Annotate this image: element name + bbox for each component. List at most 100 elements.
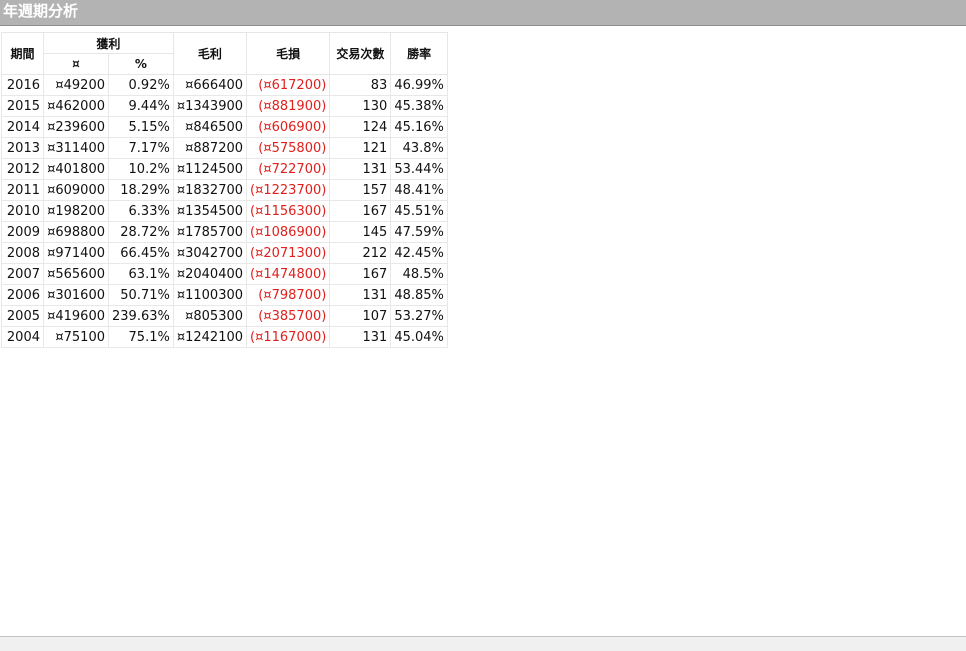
page-title: 年週期分析 [3,2,79,20]
cell-win-rate: 43.8% [390,137,448,159]
cell-gross-loss: (¤1474800) [246,263,331,285]
cell-period: 2009 [1,221,44,243]
cell-trades: 212 [329,242,392,264]
cell-gross-profit: ¤1832700 [172,179,248,201]
header-profit[interactable]: 獲利 [43,32,174,54]
table-row: 2016 ¤49200 0.92% ¤666400 (¤617200) 83 4… [1,74,448,96]
cell-gross-profit: ¤3042700 [172,242,248,264]
bottom-scrollbar[interactable] [0,636,966,651]
cell-period: 2016 [1,74,44,96]
cell-trades: 157 [329,179,392,201]
header-gross-loss[interactable]: 毛損 [246,32,331,75]
table-row: 2015 ¤462000 9.44% ¤1343900 (¤881900) 13… [1,95,448,117]
cell-gross-loss: (¤798700) [246,284,331,306]
cell-period: 2008 [1,242,44,264]
cell-gross-loss: (¤1223700) [246,179,331,201]
table-row: 2005 ¤419600 239.63% ¤805300 (¤385700) 1… [1,305,448,327]
cell-period: 2004 [1,326,44,348]
table-row: 2007 ¤565600 63.1% ¤2040400 (¤1474800) 1… [1,263,448,285]
cell-profit: ¤301600 [43,284,109,306]
cell-trades: 167 [329,263,392,285]
cell-profit-pct: 0.92% [108,74,174,96]
header-period[interactable]: 期間 [1,32,44,75]
header-gross-profit[interactable]: 毛利 [172,32,248,75]
cell-profit: ¤239600 [43,116,109,138]
cell-trades: 107 [329,305,392,327]
header-trades[interactable]: 交易次數 [329,32,392,75]
cell-trades: 131 [329,284,392,306]
cell-profit-pct: 239.63% [108,305,174,327]
cell-gross-profit: ¤846500 [172,116,248,138]
cell-profit-pct: 50.71% [108,284,174,306]
table-row: 2006 ¤301600 50.71% ¤1100300 (¤798700) 1… [1,284,448,306]
cell-profit-pct: 10.2% [108,158,174,180]
cell-win-rate: 45.51% [390,200,448,222]
cell-profit: ¤565600 [43,263,109,285]
cell-profit: ¤698800 [43,221,109,243]
cell-period: 2007 [1,263,44,285]
cell-period: 2015 [1,95,44,117]
table-row: 2004 ¤75100 75.1% ¤1242100 (¤1167000) 13… [1,326,448,348]
table-row: 2009 ¤698800 28.72% ¤1785700 (¤1086900) … [1,221,448,243]
cell-trades: 131 [329,326,392,348]
cell-profit-pct: 5.15% [108,116,174,138]
cell-profit-pct: 6.33% [108,200,174,222]
cell-gross-loss: (¤881900) [246,95,331,117]
cell-gross-profit: ¤1354500 [172,200,248,222]
cell-gross-loss: (¤722700) [246,158,331,180]
cell-trades: 145 [329,221,392,243]
cell-gross-loss: (¤385700) [246,305,331,327]
cell-gross-loss: (¤2071300) [246,242,331,264]
cell-profit-pct: 63.1% [108,263,174,285]
cell-gross-profit: ¤1100300 [172,284,248,306]
cell-profit-pct: 7.17% [108,137,174,159]
cell-period: 2005 [1,305,44,327]
cell-gross-profit: ¤2040400 [172,263,248,285]
cell-profit-pct: 18.29% [108,179,174,201]
cell-profit: ¤609000 [43,179,109,201]
cell-win-rate: 45.04% [390,326,448,348]
cell-win-rate: 45.38% [390,95,448,117]
cell-gross-loss: (¤1167000) [246,326,331,348]
cell-gross-loss: (¤1086900) [246,221,331,243]
table-row: 2013 ¤311400 7.17% ¤887200 (¤575800) 121… [1,137,448,159]
table-row: 2011 ¤609000 18.29% ¤1832700 (¤1223700) … [1,179,448,201]
cell-win-rate: 46.99% [390,74,448,96]
table-row: 2014 ¤239600 5.15% ¤846500 (¤606900) 124… [1,116,448,138]
cell-gross-profit: ¤1343900 [172,95,248,117]
header-profit-amount[interactable]: ¤ [43,53,109,75]
cell-win-rate: 53.44% [390,158,448,180]
cell-trades: 124 [329,116,392,138]
cell-trades: 167 [329,200,392,222]
cell-trades: 121 [329,137,392,159]
cell-gross-profit: ¤666400 [172,74,248,96]
cell-profit: ¤971400 [43,242,109,264]
annual-cycle-table: 期間 獲利 毛利 毛損 交易次數 勝率 ¤ % 2016 ¤49200 0.92… [1,32,448,348]
cell-profit: ¤462000 [43,95,109,117]
cell-profit: ¤75100 [43,326,109,348]
cell-gross-profit: ¤1785700 [172,221,248,243]
cell-profit-pct: 9.44% [108,95,174,117]
cell-period: 2013 [1,137,44,159]
cell-gross-profit: ¤1124500 [172,158,248,180]
cell-win-rate: 45.16% [390,116,448,138]
cell-gross-loss: (¤617200) [246,74,331,96]
cell-trades: 131 [329,158,392,180]
cell-period: 2010 [1,200,44,222]
cell-win-rate: 48.5% [390,263,448,285]
table-row: 2010 ¤198200 6.33% ¤1354500 (¤1156300) 1… [1,200,448,222]
cell-win-rate: 47.59% [390,221,448,243]
cell-profit: ¤198200 [43,200,109,222]
cell-profit: ¤419600 [43,305,109,327]
header-win-rate[interactable]: 勝率 [390,32,448,75]
cell-win-rate: 48.41% [390,179,448,201]
cell-profit: ¤401800 [43,158,109,180]
cell-period: 2012 [1,158,44,180]
header-profit-pct[interactable]: % [108,53,174,75]
cell-trades: 130 [329,95,392,117]
title-bar: 年週期分析 [0,0,966,26]
cell-trades: 83 [329,74,392,96]
cell-gross-profit: ¤805300 [172,305,248,327]
cell-gross-loss: (¤575800) [246,137,331,159]
cell-gross-loss: (¤1156300) [246,200,331,222]
